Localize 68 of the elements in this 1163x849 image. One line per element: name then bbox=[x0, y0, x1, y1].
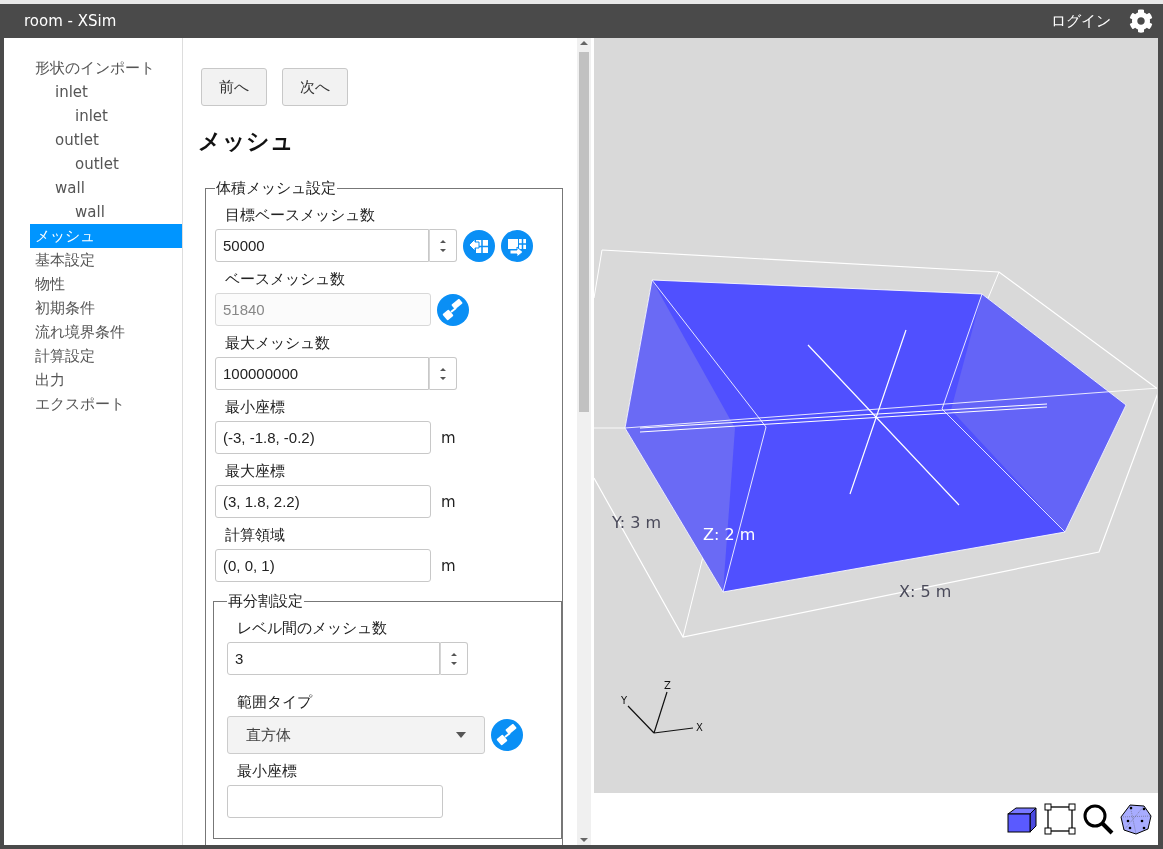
text-field[interactable] bbox=[227, 785, 443, 818]
dimension-label: X: 5 m bbox=[899, 582, 952, 601]
polyhedron-icon[interactable] bbox=[1120, 803, 1152, 835]
sidebar-item[interactable]: wall bbox=[30, 176, 182, 200]
spin-button[interactable] bbox=[429, 357, 457, 390]
number-field[interactable]: 50000 bbox=[215, 229, 429, 262]
field-label: ベースメッシュ数 bbox=[224, 270, 346, 289]
text-field[interactable]: (3, 1.8, 2.2) bbox=[215, 485, 431, 518]
number-field[interactable]: 100000000 bbox=[215, 357, 429, 390]
field-label: 計算領域 bbox=[224, 526, 286, 545]
settings-icon[interactable] bbox=[1129, 9, 1153, 33]
window-title: room - XSim bbox=[24, 12, 118, 30]
fieldset-legend: 体積メッシュ設定 bbox=[215, 179, 337, 198]
sidebar-item[interactable]: inlet bbox=[30, 80, 182, 104]
scroll-down-icon[interactable] bbox=[580, 835, 588, 845]
field-label: 範囲タイプ bbox=[236, 693, 314, 712]
scrollbar-thumb[interactable] bbox=[579, 52, 589, 412]
roller-button[interactable] bbox=[437, 293, 469, 326]
login-link[interactable]: ログイン bbox=[1051, 11, 1111, 31]
caret-icon bbox=[456, 732, 466, 738]
fieldset-legend: 再分割設定 bbox=[227, 592, 304, 611]
selection-frame-icon[interactable] bbox=[1044, 803, 1076, 835]
spin-button[interactable] bbox=[429, 229, 457, 262]
paint-roller-icon bbox=[496, 724, 518, 746]
sidebar-item[interactable]: 基本設定 bbox=[30, 248, 182, 272]
roller-button[interactable] bbox=[491, 719, 523, 751]
sidebar-item[interactable]: 初期条件 bbox=[30, 296, 182, 320]
sidebar-item[interactable]: inlet bbox=[30, 104, 182, 128]
3d-viewport[interactable]: Y: 3 m Z: 2 m X: 5 m X Y Z bbox=[594, 38, 1158, 793]
unit-label: m bbox=[441, 492, 456, 511]
field-label: 最大座標 bbox=[224, 462, 286, 481]
search-icon[interactable] bbox=[1082, 803, 1114, 835]
sidebar-item[interactable]: 物性 bbox=[30, 272, 182, 296]
field-label: 最小座標 bbox=[236, 762, 298, 781]
axis-label: X bbox=[696, 722, 703, 733]
spin-button[interactable] bbox=[440, 642, 468, 675]
axis-triad-drawing bbox=[627, 691, 694, 734]
sidebar-item[interactable]: 流れ境界条件 bbox=[30, 320, 182, 344]
sidebar-item[interactable]: 計算設定 bbox=[30, 344, 182, 368]
sidebar-item[interactable]: 形状のインポート bbox=[30, 56, 182, 80]
dropdown[interactable]: 直方体 bbox=[227, 716, 485, 754]
text-field[interactable]: (0, 0, 1) bbox=[215, 549, 431, 582]
grid-arrow-button[interactable] bbox=[463, 229, 495, 262]
dimension-label: Y: 3 m bbox=[612, 513, 661, 532]
text-field[interactable]: (-3, -1.8, -0.2) bbox=[215, 421, 431, 454]
sidebar-item[interactable]: wall bbox=[30, 200, 182, 224]
nav-button[interactable]: 前へ bbox=[201, 68, 267, 106]
unit-label: m bbox=[441, 428, 456, 447]
scrollbar[interactable] bbox=[577, 38, 591, 845]
scroll-up-icon[interactable] bbox=[580, 38, 588, 48]
sidebar-item[interactable]: outlet bbox=[30, 152, 182, 176]
field-label: レベル間のメッシュ数 bbox=[236, 619, 388, 638]
sidebar-item[interactable]: 出力 bbox=[30, 368, 182, 392]
field-label: 最大メッシュ数 bbox=[224, 334, 331, 353]
nav-button[interactable]: 次へ bbox=[282, 68, 348, 106]
page-heading: メッシュ bbox=[198, 127, 295, 156]
axis-label: Y bbox=[621, 695, 628, 706]
dimension-label: Z: 2 m bbox=[703, 525, 756, 544]
paint-roller-icon bbox=[442, 298, 464, 321]
field-label: 目標ベースメッシュ数 bbox=[224, 206, 376, 225]
field-label: 最小座標 bbox=[224, 398, 286, 417]
axis-label: Z bbox=[664, 680, 671, 691]
unit-label: m bbox=[441, 556, 456, 575]
cube-icon[interactable] bbox=[1006, 804, 1038, 834]
sidebar-item[interactable]: outlet bbox=[30, 128, 182, 152]
number-field[interactable]: 3 bbox=[227, 642, 440, 675]
grid-arrow-button[interactable] bbox=[501, 229, 533, 262]
sidebar-item[interactable]: エクスポート bbox=[30, 392, 182, 416]
